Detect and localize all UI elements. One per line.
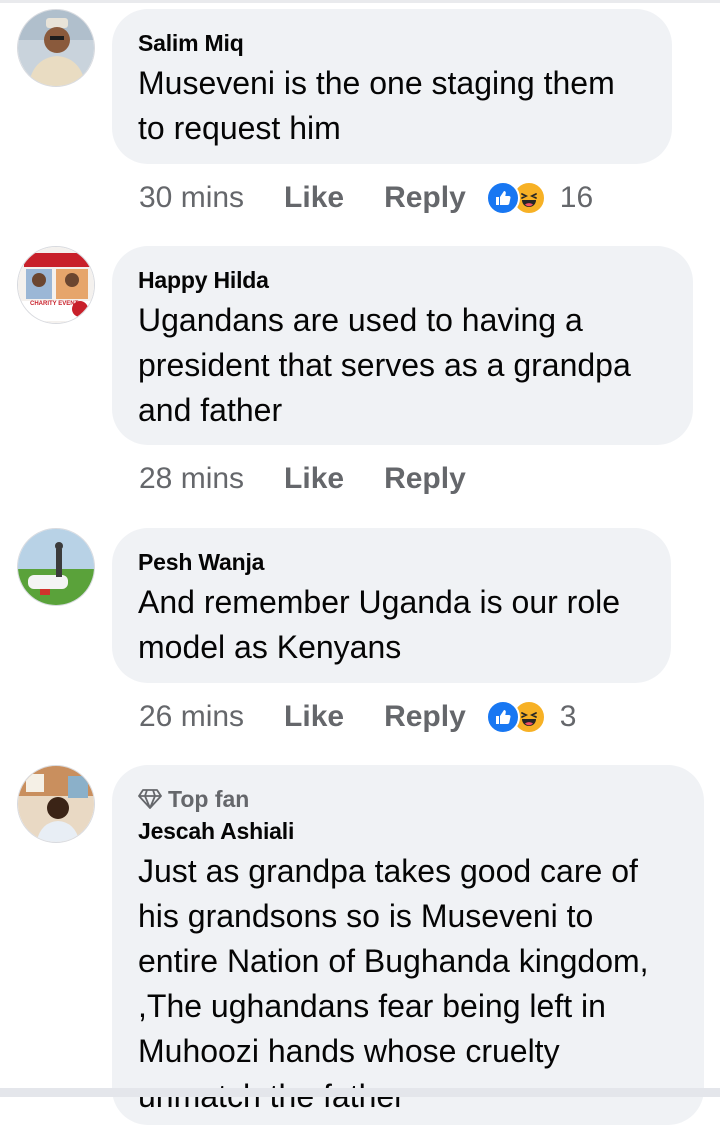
like-button[interactable]: Like xyxy=(284,462,344,496)
bottom-divider xyxy=(0,1088,720,1097)
comment-text-line: Muhoozi hands whose cruelty xyxy=(138,1033,560,1069)
comment-text-line: Just as grandpa takes good care of xyxy=(138,853,638,889)
top-fan-label: Top fan xyxy=(168,786,250,812)
comment-bubble: Salim Miq Museveni is the one staging th… xyxy=(112,9,672,164)
comment-text-line: Museveni is the one staging them xyxy=(138,65,615,101)
like-button[interactable]: Like xyxy=(284,181,344,215)
comment-bubble: Happy Hilda Ugandans are used to having … xyxy=(112,246,693,445)
reaction-count[interactable]: 3 xyxy=(560,700,577,734)
avatar[interactable] xyxy=(17,528,95,606)
comment-actions: 28 mins Like Reply xyxy=(139,462,486,496)
comment-text-line: and father xyxy=(138,392,283,428)
comment-text-line: ,The ughandans fear being left in xyxy=(138,988,606,1024)
comment-author[interactable]: Jescah Ashiali xyxy=(138,817,678,845)
comment-bubble: Top fan Jescah Ashiali Just as grandpa t… xyxy=(112,765,704,1125)
comment-timestamp[interactable]: 28 mins xyxy=(139,462,244,496)
comment-author[interactable]: Pesh Wanja xyxy=(138,548,645,576)
comment-actions: 26 mins Like Reply 3 xyxy=(139,700,576,734)
reaction-summary[interactable] xyxy=(485,181,546,215)
comment-timestamp[interactable]: 26 mins xyxy=(139,700,244,734)
reply-button[interactable]: Reply xyxy=(384,462,466,496)
comment-text: Museveni is the one staging them to requ… xyxy=(138,61,646,151)
reply-button[interactable]: Reply xyxy=(384,181,466,215)
comment-author[interactable]: Happy Hilda xyxy=(138,266,667,294)
comment-text-line: And remember Uganda is our role xyxy=(138,584,621,620)
avatar[interactable]: CHARITY EVENT xyxy=(17,246,95,324)
comment-bubble: Pesh Wanja And remember Uganda is our ro… xyxy=(112,528,671,683)
comment-text-line: Ugandans are used to having a xyxy=(138,302,583,338)
comment-timestamp[interactable]: 30 mins xyxy=(139,181,244,215)
reaction-count[interactable]: 16 xyxy=(560,181,593,215)
avatar-caption: CHARITY EVENT xyxy=(30,301,79,307)
comment-text: Just as grandpa takes good care of his g… xyxy=(138,849,678,1119)
like-icon xyxy=(485,181,520,215)
comment-text-line: model as Kenyans xyxy=(138,629,402,665)
diamond-icon xyxy=(138,789,162,809)
comment-text-line: his grandsons so is Museveni to xyxy=(138,898,594,934)
like-button[interactable]: Like xyxy=(284,700,344,734)
avatar[interactable] xyxy=(17,9,95,87)
avatar[interactable] xyxy=(17,765,95,843)
comment-text-line: president that serves as a grandpa xyxy=(138,347,631,383)
comment-author[interactable]: Salim Miq xyxy=(138,29,646,57)
top-fan-badge: Top fan xyxy=(138,785,678,813)
reaction-summary[interactable] xyxy=(485,700,546,734)
comment-text: Ugandans are used to having a president … xyxy=(138,298,667,433)
comment-actions: 30 mins Like Reply 16 xyxy=(139,181,593,215)
reply-button[interactable]: Reply xyxy=(384,700,466,734)
comment-text-line: entire Nation of Bughanda kingdom, xyxy=(138,943,649,979)
like-icon xyxy=(485,700,520,734)
top-divider xyxy=(0,0,720,3)
comment-text: And remember Uganda is our role model as… xyxy=(138,580,645,670)
comment-text-line: to request him xyxy=(138,110,341,146)
